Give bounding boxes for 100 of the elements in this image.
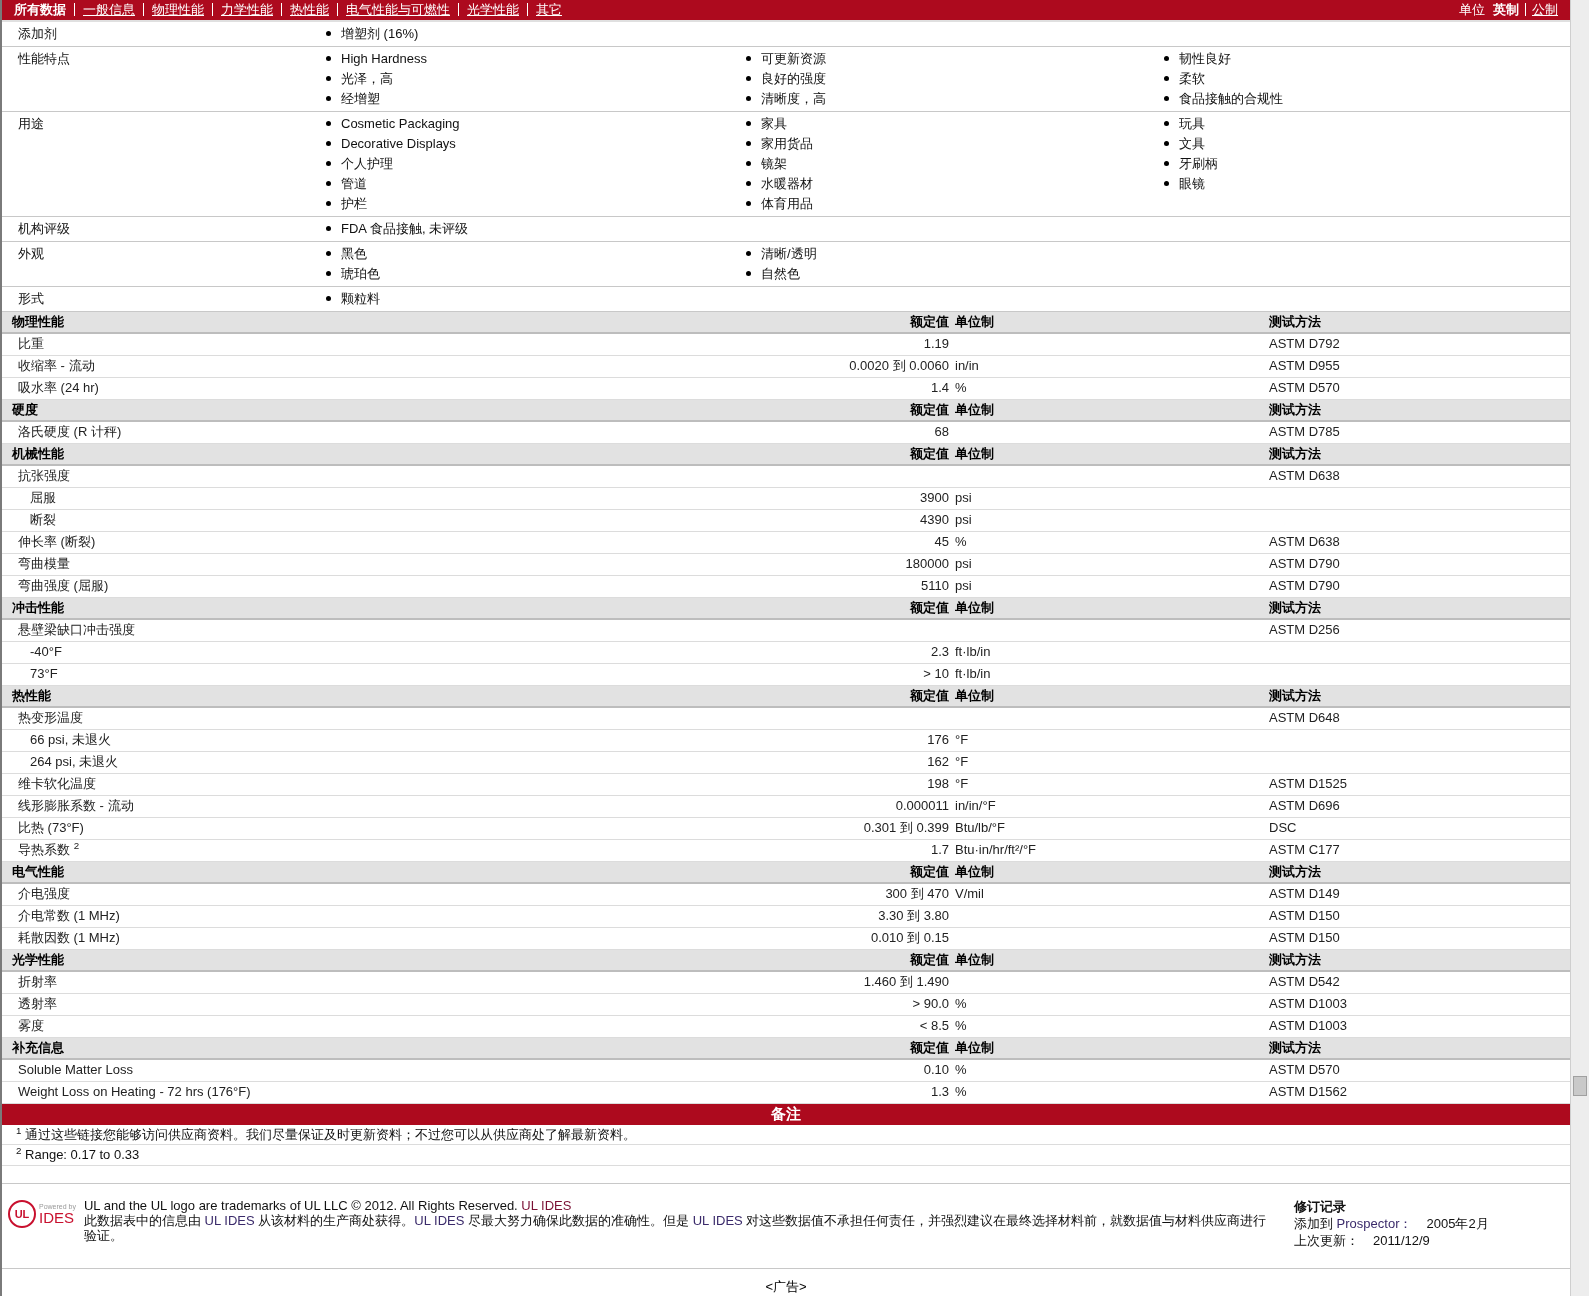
info-item: 个人护理 [341,154,393,173]
property-value: 1.7 [930,842,949,858]
property-name: 弯曲模量 [18,556,70,572]
property-unit: psi [955,490,972,506]
column-heading: 额定值 [910,1039,949,1055]
bullet-icon [746,121,751,127]
property-value: 162 [927,754,949,770]
disclaimer-text: 此数据表中的信息由 UL IDES 从该材料的生产商处获得。UL IDES 尽最大努力确保此数据的准确性。但是 UL IDES 对这些数据值不承担任何责任，并强烈建议在最终选择材料前，就数据值与材料供应商进行验证。 [83,1213,1268,1244]
property-name: 折射率 [18,974,57,990]
property-name: 热变形温度 [18,710,83,726]
property-value: 2.3 [930,644,949,660]
test-method: ASTM D570 [1269,1062,1340,1078]
property-value: 0.10 [923,1062,949,1078]
info-label: 机构评级 [18,220,70,236]
unit-option[interactable]: 公制 [1532,0,1558,20]
footnote: $^{1}$ 通过这些链接您能够访问供应商资料。我们尽量保证及时更新资料；不过您可以从供应商处了解最新资料。 [16,1124,637,1144]
property-value: 1.3 [930,1084,949,1100]
property-value: 198 [927,776,949,792]
bullet-icon [746,76,751,82]
bullet-icon [326,56,331,62]
nav-tab[interactable]: 电气性能与可燃性 [346,0,450,20]
property-unit: Btu·in/hr/ft²/°F [955,842,1037,858]
property-value: 0.000011 [895,798,949,814]
property-unit: % [955,1062,967,1078]
bullet-icon [1164,96,1169,102]
column-heading: 单位制 [955,313,994,329]
nav-tab[interactable]: 物理性能 [152,0,204,20]
bullet-icon [746,201,751,207]
bullet-icon [326,271,331,277]
property-unit: % [955,1018,967,1034]
footnote: $^{2}$ Range: 0.17 to 0.33 [16,1145,140,1165]
property-value: 176 [927,732,949,748]
bullet-icon [746,96,751,102]
property-name: 66 psi, 未退火 [30,732,111,748]
ul-ides-link[interactable]: UL IDES [521,1198,572,1214]
property-name: 透射率 [18,996,57,1012]
info-item: FDA 食品接触, 未评级 [341,219,469,238]
info-item: 清晰/透明 [761,244,817,263]
nav-tab[interactable]: 一般信息 [83,0,135,20]
info-item: 韧性良好 [1179,49,1231,68]
column-heading: 额定值 [910,951,949,967]
property-value: < 8.5 [919,1018,949,1034]
ul-ides-link[interactable]: UL IDES [204,1213,255,1229]
test-method: ASTM D1562 [1269,1084,1348,1100]
test-method: DSC [1269,820,1297,836]
property-value: 4390 [920,512,949,528]
property-name: 比热 (73°F) [18,820,84,836]
nav-tab[interactable]: 光学性能 [467,0,519,20]
unit-option[interactable]: 英制 [1493,0,1519,20]
bullet-icon [746,251,751,257]
property-name: 维卡软化温度 [18,776,96,792]
bullet-icon [1164,141,1169,147]
info-item: 体育用品 [761,194,813,213]
bullet-icon [746,181,751,187]
property-value: 180000 [905,556,949,572]
bullet-icon [326,226,331,232]
property-value: > 90.0 [912,996,949,1012]
property-value: > 10 [923,666,949,682]
property-name: 收缩率 - 流动 [18,358,95,374]
info-item: 玩具 [1179,114,1205,133]
bullet-icon [326,76,331,82]
property-value: 5110 [921,578,949,594]
bullet-icon [326,161,331,167]
section-title: 电气性能 [12,863,64,879]
nav-tab[interactable]: 力学性能 [221,0,273,20]
property-value: 3900 [920,490,949,506]
test-method: ASTM D790 [1269,556,1340,572]
nav-tab[interactable]: 其它 [536,0,562,20]
column-heading: 单位制 [955,1039,994,1055]
property-value: 45 [934,534,949,550]
ad-label: <广告> [765,1277,807,1296]
info-item: 家用货品 [761,134,813,153]
column-heading: 测试方法 [1269,1039,1321,1055]
column-heading: 额定值 [910,599,949,615]
info-item: 良好的强度 [761,69,826,88]
property-unit: % [955,534,967,550]
section-title: 硬度 [12,401,38,417]
bullet-icon [326,201,331,207]
bullet-icon [1164,121,1169,127]
test-method: ASTM D1525 [1269,776,1348,792]
property-name: 介电常数 (1 MHz) [18,908,120,924]
info-label: 性能特点 [18,50,70,66]
property-name: 伸长率 (断裂) [18,534,96,550]
info-item: 水暖器材 [761,174,813,193]
info-item: 眼镜 [1179,174,1205,193]
revision-label: 添加到 [1293,1216,1334,1232]
column-heading: 单位制 [955,863,994,879]
nav-tab[interactable]: 所有数据 [14,0,66,20]
ul-ides-link[interactable]: UL IDES [692,1213,743,1229]
property-name: 弯曲强度 (屈服) [18,578,109,594]
property-name: 吸水率 (24 hr) [18,380,99,396]
revision-date: 2005年2月 [1426,1215,1489,1233]
property-name: 耗散因数 (1 MHz) [18,930,120,946]
prospector-link[interactable]: Prospector： [1336,1216,1413,1232]
test-method: ASTM D785 [1269,424,1340,440]
nav-tab[interactable]: 热性能 [290,0,329,20]
info-item: 管道 [341,174,367,193]
ul-ides-link[interactable]: UL IDES [414,1213,465,1229]
bullet-icon [1164,181,1169,187]
test-method: ASTM D648 [1269,710,1340,726]
